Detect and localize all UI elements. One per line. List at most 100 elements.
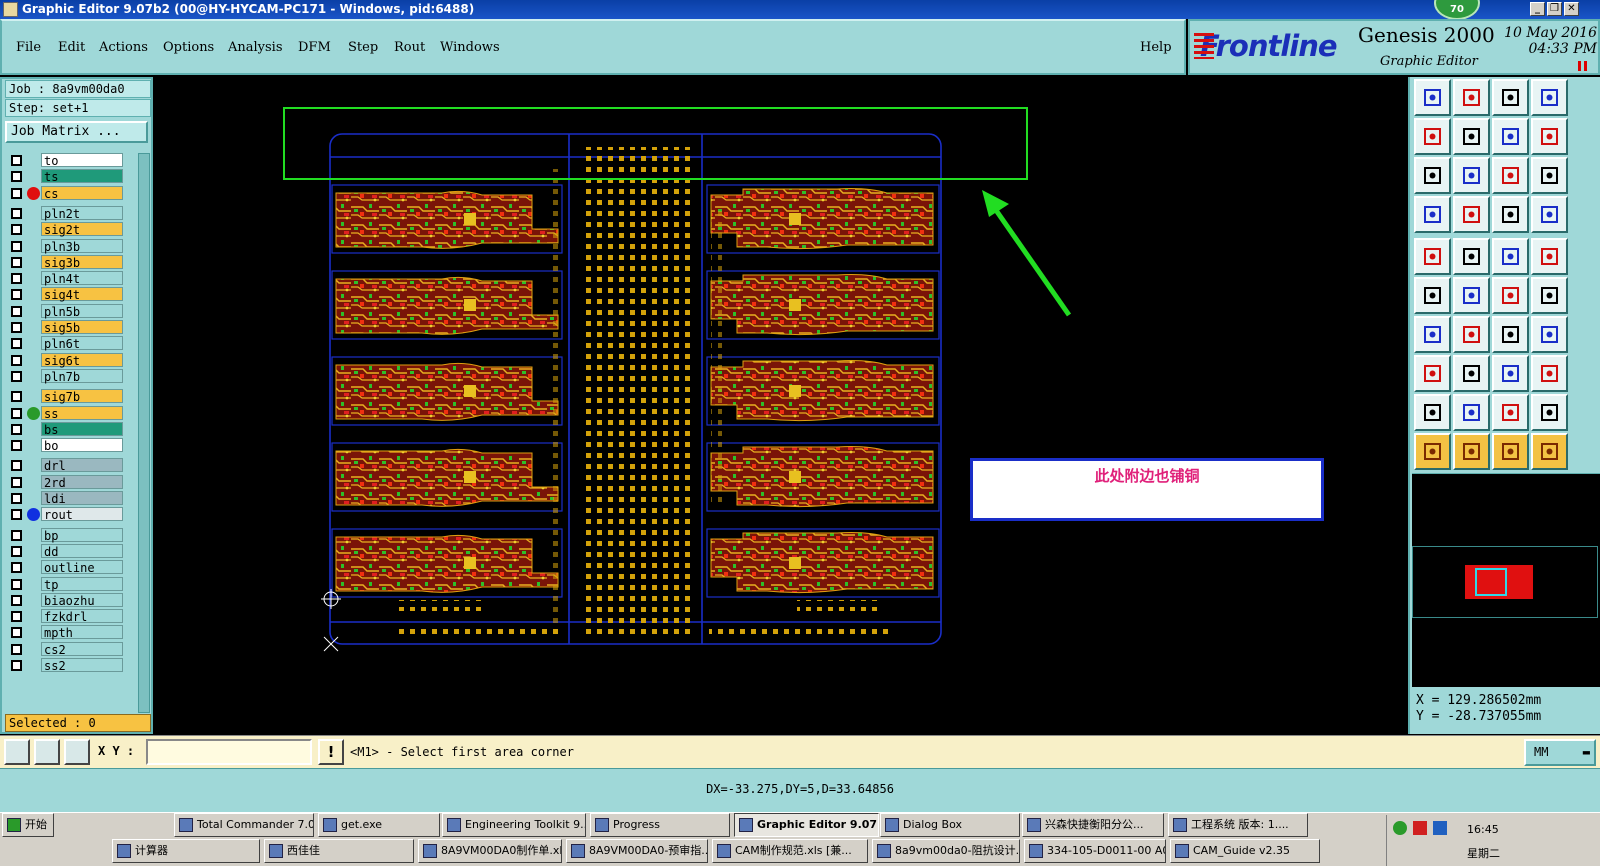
house-icon[interactable] bbox=[1492, 79, 1529, 116]
layer-row-sig3b[interactable]: sig3b bbox=[6, 254, 124, 270]
menu-help[interactable]: Help bbox=[1140, 40, 1172, 55]
layer-row-ldi[interactable]: ldi bbox=[6, 491, 124, 506]
minimize-button[interactable]: _ bbox=[1530, 2, 1545, 16]
probe-icon[interactable] bbox=[1453, 196, 1490, 233]
layer-checkbox[interactable] bbox=[11, 509, 22, 521]
layer-checkbox[interactable] bbox=[11, 643, 22, 655]
taskbar-item[interactable]: 8A9VM00DA0-预审指... bbox=[566, 839, 708, 863]
graphic-canvas[interactable]: 此处附边也铺铜 bbox=[155, 77, 1407, 734]
help-icon[interactable] bbox=[1531, 157, 1568, 194]
pointer-icon[interactable] bbox=[1414, 433, 1451, 470]
copy-icon[interactable] bbox=[1531, 355, 1568, 392]
start-button[interactable]: 开始 bbox=[2, 813, 54, 837]
layer-scrollbar[interactable] bbox=[138, 153, 150, 713]
taskbar-item[interactable]: Progress bbox=[590, 813, 730, 837]
menu-dfm[interactable]: DFM bbox=[298, 40, 331, 55]
triangle-icon[interactable] bbox=[1414, 394, 1451, 431]
window-icon[interactable] bbox=[1531, 79, 1568, 116]
xy-input[interactable] bbox=[146, 739, 312, 765]
taskbar-item[interactable]: 8A9VM00DA0制作单.xl... bbox=[418, 839, 562, 863]
pointer-icon[interactable] bbox=[1453, 433, 1490, 470]
layer-checkbox[interactable] bbox=[11, 545, 22, 557]
layer-checkbox[interactable] bbox=[11, 305, 22, 317]
zoom-page-icon[interactable] bbox=[1453, 157, 1490, 194]
layer-checkbox[interactable] bbox=[11, 155, 22, 166]
pointer-icon[interactable] bbox=[1492, 433, 1529, 470]
menu-analysis[interactable]: Analysis bbox=[228, 40, 283, 55]
taskbar-item[interactable]: 西佳佳 bbox=[264, 839, 414, 863]
taskbar-item[interactable]: get.exe bbox=[318, 813, 440, 837]
grid-icon[interactable] bbox=[64, 739, 90, 765]
layer-row-drl[interactable]: drl bbox=[6, 458, 124, 473]
taskbar-item[interactable]: Engineering Toolkit 9.... bbox=[442, 813, 586, 837]
pointer-icon[interactable] bbox=[1531, 433, 1568, 470]
taskbar-item[interactable]: Graphic Editor 9.07... bbox=[734, 813, 879, 837]
dot-icon[interactable] bbox=[1531, 238, 1568, 275]
taskbar-item[interactable]: 8a9vm00da0-阻抗设计... bbox=[872, 839, 1020, 863]
taskbar-item[interactable]: CAM制作规范.xls [兼... bbox=[712, 839, 868, 863]
layer-checkbox[interactable] bbox=[11, 289, 22, 301]
layer-checkbox[interactable] bbox=[11, 391, 22, 403]
layer-row-mpth[interactable]: mpth bbox=[6, 625, 124, 640]
ruler-icon[interactable] bbox=[1492, 238, 1529, 275]
menu-actions[interactable]: Actions bbox=[99, 40, 148, 55]
layer-row-bp[interactable]: bp bbox=[6, 527, 124, 543]
net-icon[interactable] bbox=[1492, 196, 1529, 233]
layer-row-pln6t[interactable]: pln6t bbox=[6, 336, 124, 351]
layer-checkbox[interactable] bbox=[11, 493, 22, 504]
dash-icon[interactable] bbox=[1453, 355, 1490, 392]
close-button[interactable]: ✕ bbox=[1564, 2, 1579, 16]
arc-icon[interactable] bbox=[1531, 277, 1568, 314]
layer-row-bs[interactable]: bs bbox=[6, 421, 124, 437]
taskbar-item[interactable]: 计算器 bbox=[112, 839, 260, 863]
layer-row-bo[interactable]: bo bbox=[6, 438, 124, 453]
menu-windows[interactable]: Windows bbox=[440, 40, 500, 55]
menu-file[interactable]: File bbox=[16, 40, 41, 55]
layer-row-2rd[interactable]: 2rd bbox=[6, 474, 124, 490]
layer-row-pln4t[interactable]: pln4t bbox=[6, 271, 124, 286]
home-icon[interactable] bbox=[1414, 79, 1451, 116]
layer-row-pln3b[interactable]: pln3b bbox=[6, 238, 124, 254]
layer-row-outline[interactable]: outline bbox=[6, 560, 124, 575]
overview-window[interactable] bbox=[1412, 473, 1600, 687]
layer-row-ts[interactable]: ts bbox=[6, 169, 124, 184]
layer-checkbox[interactable] bbox=[11, 256, 22, 268]
window-titlebar[interactable]: Graphic Editor 9.07b2 (00@HY-HYCAM-PC171… bbox=[0, 0, 1600, 20]
units-dropdown[interactable]: MM ▬ bbox=[1524, 739, 1596, 766]
layer-checkbox[interactable] bbox=[11, 440, 22, 452]
menu-options[interactable]: Options bbox=[163, 40, 214, 55]
layer-checkbox[interactable] bbox=[11, 529, 22, 541]
taskbar-item[interactable]: 兴森快捷衡阳分公... bbox=[1022, 813, 1164, 837]
taskbar-item[interactable]: 334-105-D0011-00 A0 ... bbox=[1024, 839, 1166, 863]
layer-row-cs[interactable]: cs bbox=[6, 185, 124, 201]
slash-icon[interactable] bbox=[1453, 316, 1490, 353]
pause-icon[interactable] bbox=[1578, 61, 1587, 71]
layer-checkbox[interactable] bbox=[11, 611, 22, 623]
measure-icon[interactable] bbox=[34, 739, 60, 765]
layer-checkbox[interactable] bbox=[11, 660, 22, 671]
layer-row-cs2[interactable]: cs2 bbox=[6, 641, 124, 657]
layer-checkbox[interactable] bbox=[11, 171, 22, 183]
layer-row-tp[interactable]: tp bbox=[6, 576, 124, 592]
layer-checkbox[interactable] bbox=[11, 476, 22, 488]
layer-row-sig2t[interactable]: sig2t bbox=[6, 222, 124, 237]
tray-bluetooth-icon[interactable] bbox=[1433, 821, 1447, 835]
layer-checkbox[interactable] bbox=[11, 338, 22, 350]
layer-row-dd[interactable]: dd bbox=[6, 543, 124, 559]
triangle-icon[interactable] bbox=[1453, 394, 1490, 431]
layer-checkbox[interactable] bbox=[11, 407, 22, 419]
exclamation-button[interactable]: ! bbox=[318, 739, 344, 765]
tray-close-icon[interactable] bbox=[1413, 821, 1427, 835]
tray-network-icon[interactable] bbox=[1393, 821, 1407, 835]
stroke-icon[interactable] bbox=[1453, 238, 1490, 275]
layer-checkbox[interactable] bbox=[11, 207, 22, 219]
redo-icon[interactable] bbox=[1531, 118, 1568, 155]
undo-icon[interactable] bbox=[1492, 118, 1529, 155]
taskbar-item[interactable]: Dialog Box bbox=[880, 813, 1020, 837]
maximize-button[interactable]: ❐ bbox=[1547, 2, 1562, 16]
layer-row-pln7b[interactable]: pln7b bbox=[6, 368, 124, 384]
layer-row-sig4t[interactable]: sig4t bbox=[6, 287, 124, 302]
layer-checkbox[interactable] bbox=[11, 187, 22, 199]
layer-checkbox[interactable] bbox=[11, 423, 22, 435]
cross-icon[interactable] bbox=[1453, 277, 1490, 314]
